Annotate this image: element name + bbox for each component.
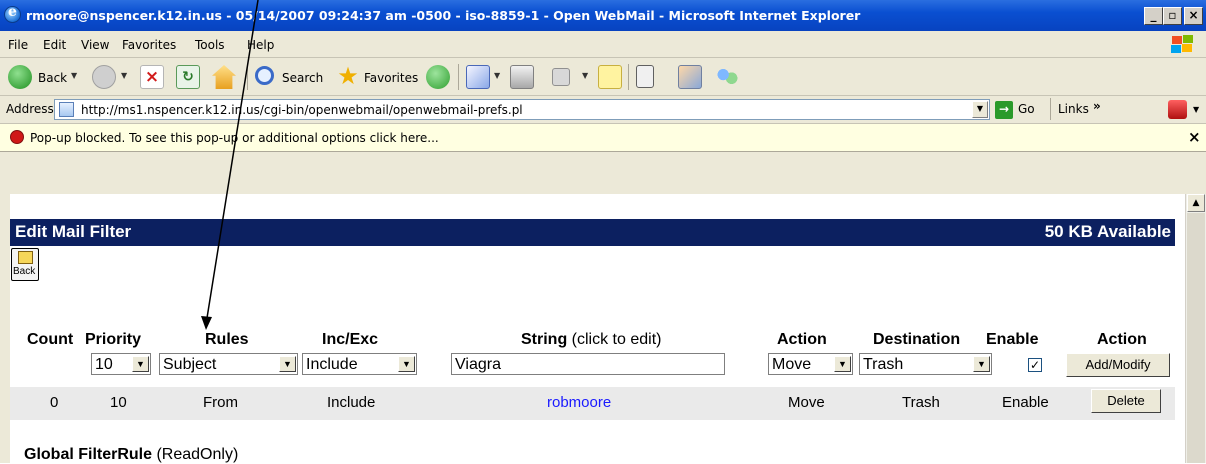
annotation-arrow bbox=[201, 0, 259, 330]
annotation-arrow-line bbox=[206, 0, 259, 319]
annotation-arrow-head bbox=[201, 316, 212, 330]
